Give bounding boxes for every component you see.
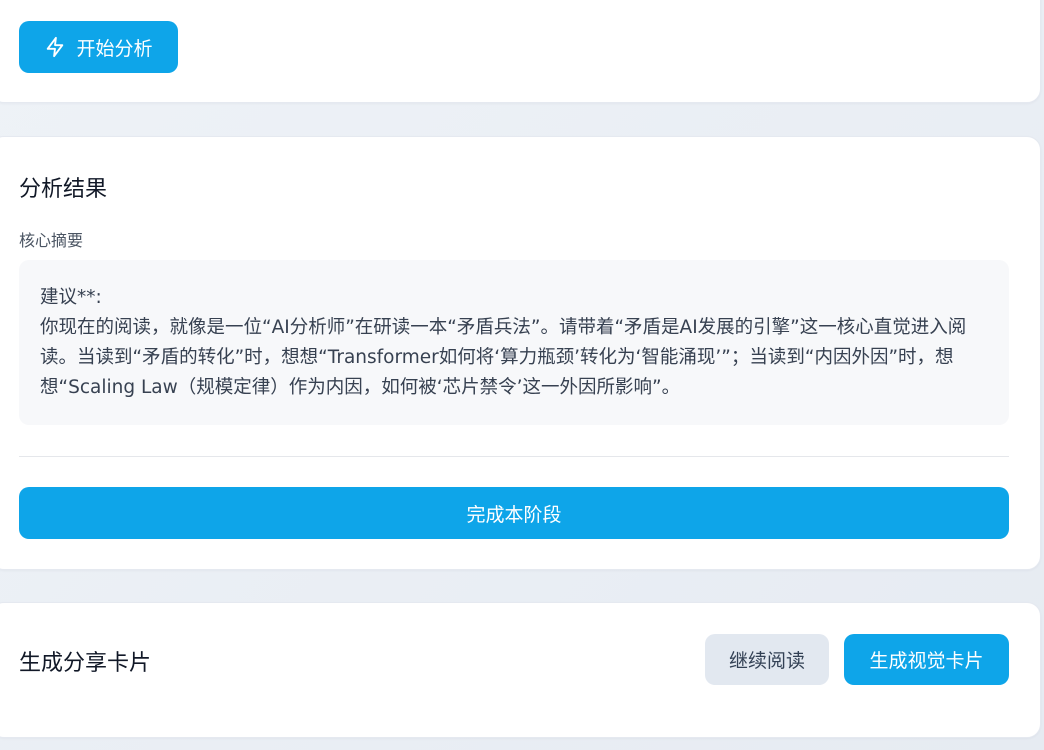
summary-label: 核心摘要: [19, 231, 84, 250]
generate-visual-card-button[interactable]: 生成视觉卡片: [844, 634, 1009, 685]
continue-reading-button[interactable]: 继续阅读: [705, 634, 829, 685]
start-analysis-button[interactable]: 开始分析: [19, 21, 178, 73]
start-analysis-label: 开始分析: [76, 37, 153, 60]
lightning-icon: [47, 36, 64, 58]
result-title: 分析结果: [19, 177, 108, 202]
complete-stage-button[interactable]: 完成本阶段: [19, 487, 1009, 539]
share-title: 生成分享卡片: [19, 651, 152, 676]
divider: [19, 456, 1009, 457]
summary-text: 建议**: 你现在的阅读，就像是一位“AI分析师”在研读一本“矛盾兵法”。请带着…: [19, 260, 1009, 425]
